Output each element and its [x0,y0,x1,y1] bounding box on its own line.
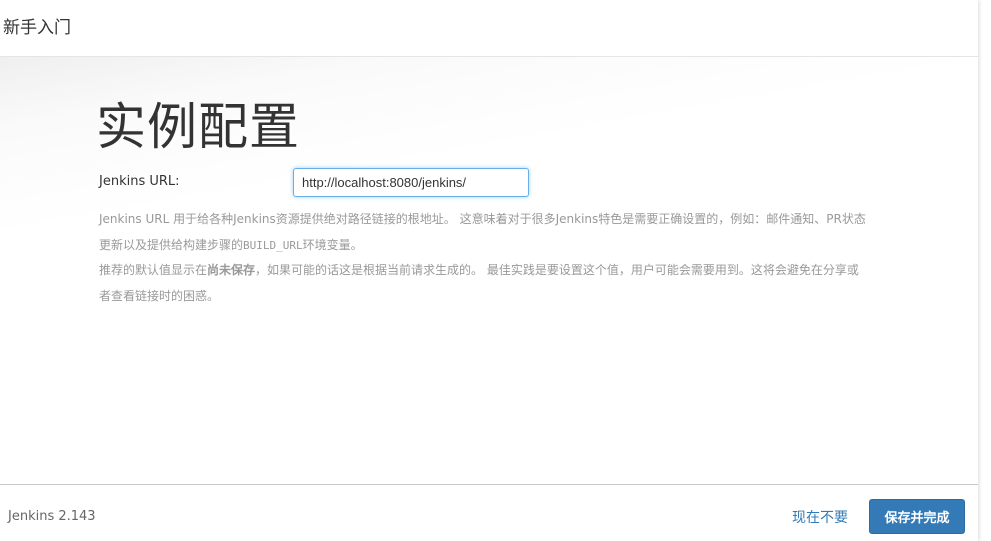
help-paragraph-2: 推荐的默认值显示在尚未保存，如果可能的话这是根据当前请求生成的。 最佳实践是要设… [99,258,869,309]
skip-link[interactable]: 现在不要 [792,507,848,527]
dialog-title: 新手入门 [3,18,71,38]
help-paragraph-1: Jenkins URL 用于给各种Jenkins资源提供绝对路径链接的根地址。 … [99,207,869,258]
save-and-finish-button[interactable]: 保存并完成 [869,499,965,534]
jenkins-url-help: Jenkins URL 用于给各种Jenkins资源提供绝对路径链接的根地址。 … [99,207,869,309]
dialog-footer: Jenkins 2.143 现在不要 保存并完成 [0,484,978,541]
jenkins-url-input[interactable] [293,168,529,197]
help-text-1a: Jenkins URL 用于给各种Jenkins资源提供绝对路径链接的根地址。 … [99,212,866,252]
help-text-2a: 推荐的默认值显示在 [99,263,208,277]
jenkins-version: Jenkins 2.143 [8,509,96,524]
jenkins-url-label: Jenkins URL: [99,174,180,189]
page-title: 实例配置 [96,98,300,156]
build-url-code: BUILD_URL [243,238,303,252]
dialog-header: 新手入门 [0,0,978,57]
help-text-1b: 环境变量。 [302,237,363,252]
setup-dialog: 新手入门 实例配置 Jenkins URL: Jenkins URL 用于给各种… [0,0,978,541]
help-text-2-bold: 尚未保存 [207,263,256,277]
dialog-body: 实例配置 Jenkins URL: Jenkins URL 用于给各种Jenki… [0,57,978,484]
